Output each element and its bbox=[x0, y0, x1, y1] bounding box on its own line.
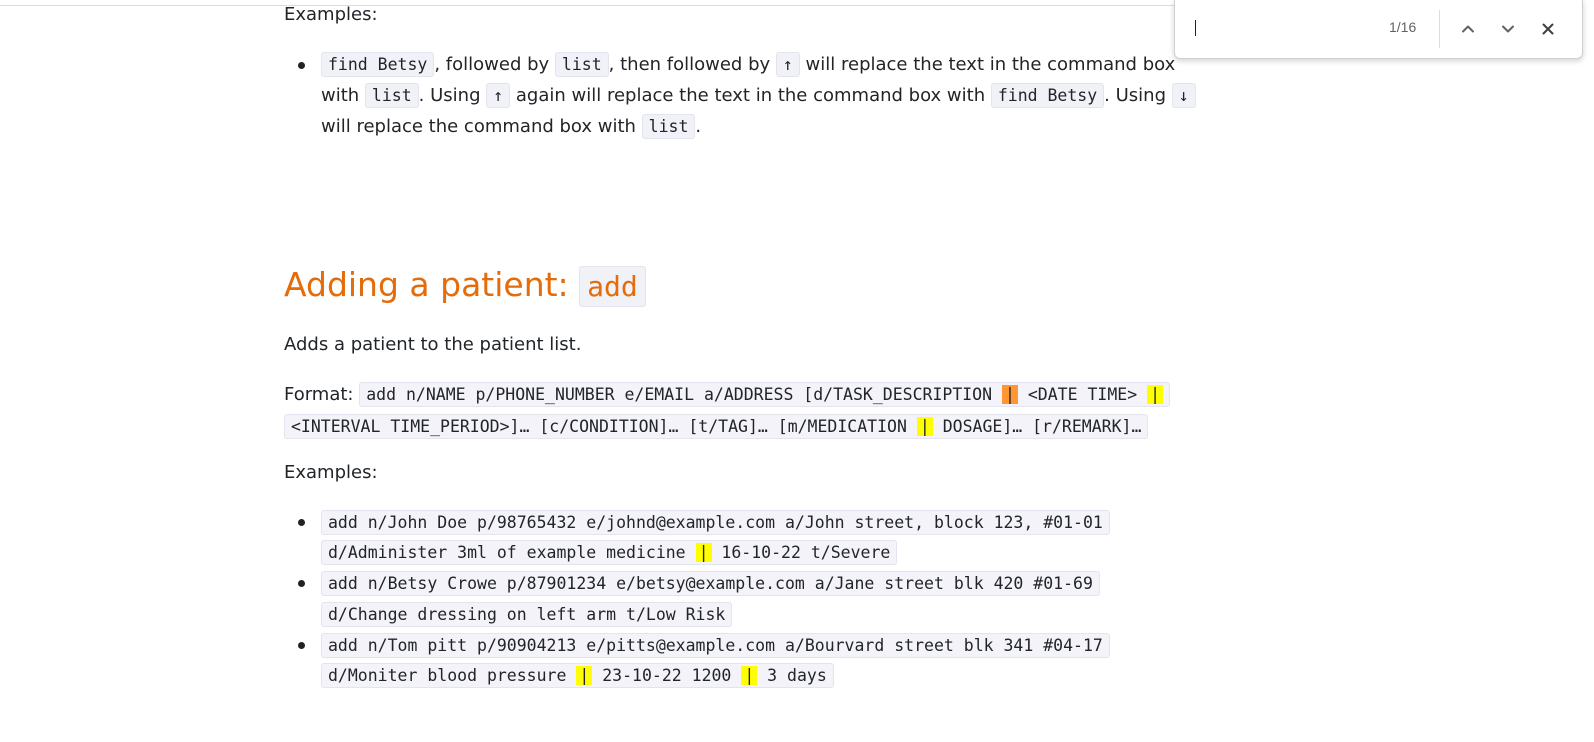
bullet-dot bbox=[298, 519, 305, 526]
find-bar: 1/16 bbox=[1174, 0, 1583, 59]
list-item-continuation: d/Change dressing on left arm t/Low Risk bbox=[321, 599, 733, 630]
examples-label: Examples: bbox=[284, 462, 378, 483]
format-code: add n/NAME p/PHONE_NUMBER e/EMAIL a/ADDR… bbox=[359, 382, 1170, 407]
search-highlight-current: | bbox=[1001, 385, 1018, 404]
list-item-continuation: d/Administer 3ml of example medicine | 1… bbox=[321, 537, 898, 568]
search-highlight: | bbox=[695, 543, 712, 562]
example-code: d/Moniter blood pressure | 23-10-22 1200… bbox=[321, 663, 834, 688]
example-code: d/Change dressing on left arm t/Low Risk bbox=[321, 602, 733, 627]
search-highlight: | bbox=[916, 417, 933, 436]
arrow-up-key: ↑ bbox=[486, 83, 511, 108]
section-description: Adds a patient to the patient list. bbox=[284, 334, 582, 355]
bullet-dot bbox=[298, 62, 305, 69]
format-code: <INTERVAL TIME_PERIOD>]… [c/CONDITION]… … bbox=[284, 414, 1149, 439]
arrow-down-key: ↓ bbox=[1171, 83, 1196, 108]
list-item: add n/Tom pitt p/90904213 e/pitts@exampl… bbox=[321, 630, 1110, 661]
bullet-dot bbox=[298, 642, 305, 649]
close-icon bbox=[1542, 23, 1554, 35]
find-input[interactable] bbox=[1189, 16, 1363, 42]
example-code: add n/Betsy Crowe p/87901234 e/betsy@exa… bbox=[321, 571, 1100, 596]
list-item: add n/John Doe p/98765432 e/johnd@exampl… bbox=[321, 507, 1110, 538]
format-line-continuation: <INTERVAL TIME_PERIOD>]… [c/CONDITION]… … bbox=[284, 411, 1149, 442]
bullet-dot bbox=[298, 580, 305, 587]
example-code: add n/John Doe p/98765432 e/johnd@exampl… bbox=[321, 510, 1110, 535]
inline-code: find Betsy bbox=[990, 83, 1105, 108]
inline-code: list bbox=[641, 114, 696, 139]
previous-match-button[interactable] bbox=[1453, 14, 1483, 44]
chevron-up-icon bbox=[1462, 25, 1474, 33]
top-divider bbox=[0, 5, 1180, 6]
heading-code: add bbox=[579, 266, 646, 307]
list-item-continuation: with list. Using ↑ again will replace th… bbox=[321, 80, 1196, 111]
search-highlight: | bbox=[576, 666, 593, 685]
match-count: 1/16 bbox=[1389, 19, 1417, 35]
next-match-button[interactable] bbox=[1493, 14, 1523, 44]
close-find-button[interactable] bbox=[1533, 14, 1563, 44]
find-bar-divider bbox=[1439, 10, 1440, 48]
examples-label: Examples: bbox=[284, 4, 378, 25]
inline-code: find Betsy bbox=[321, 52, 435, 77]
section-heading-add: Adding a patient: add bbox=[284, 265, 646, 307]
arrow-up-key: ↑ bbox=[775, 52, 800, 77]
chevron-down-icon bbox=[1502, 25, 1514, 33]
list-item: add n/Betsy Crowe p/87901234 e/betsy@exa… bbox=[321, 568, 1100, 599]
example-code: d/Administer 3ml of example medicine | 1… bbox=[321, 540, 898, 565]
search-highlight: | bbox=[741, 666, 758, 685]
text-caret bbox=[1195, 20, 1196, 36]
list-item-continuation: d/Moniter blood pressure | 23-10-22 1200… bbox=[321, 660, 834, 691]
inline-code: list bbox=[364, 83, 419, 108]
example-code: add n/Tom pitt p/90904213 e/pitts@exampl… bbox=[321, 633, 1110, 658]
format-line: Format: add n/NAME p/PHONE_NUMBER e/EMAI… bbox=[284, 379, 1170, 410]
list-item-continuation: will replace the command box with list. bbox=[321, 114, 702, 139]
search-highlight: | bbox=[1147, 385, 1163, 404]
inline-code: list bbox=[554, 52, 609, 77]
list-item: find Betsy, followed by list, then follo… bbox=[321, 49, 1175, 80]
